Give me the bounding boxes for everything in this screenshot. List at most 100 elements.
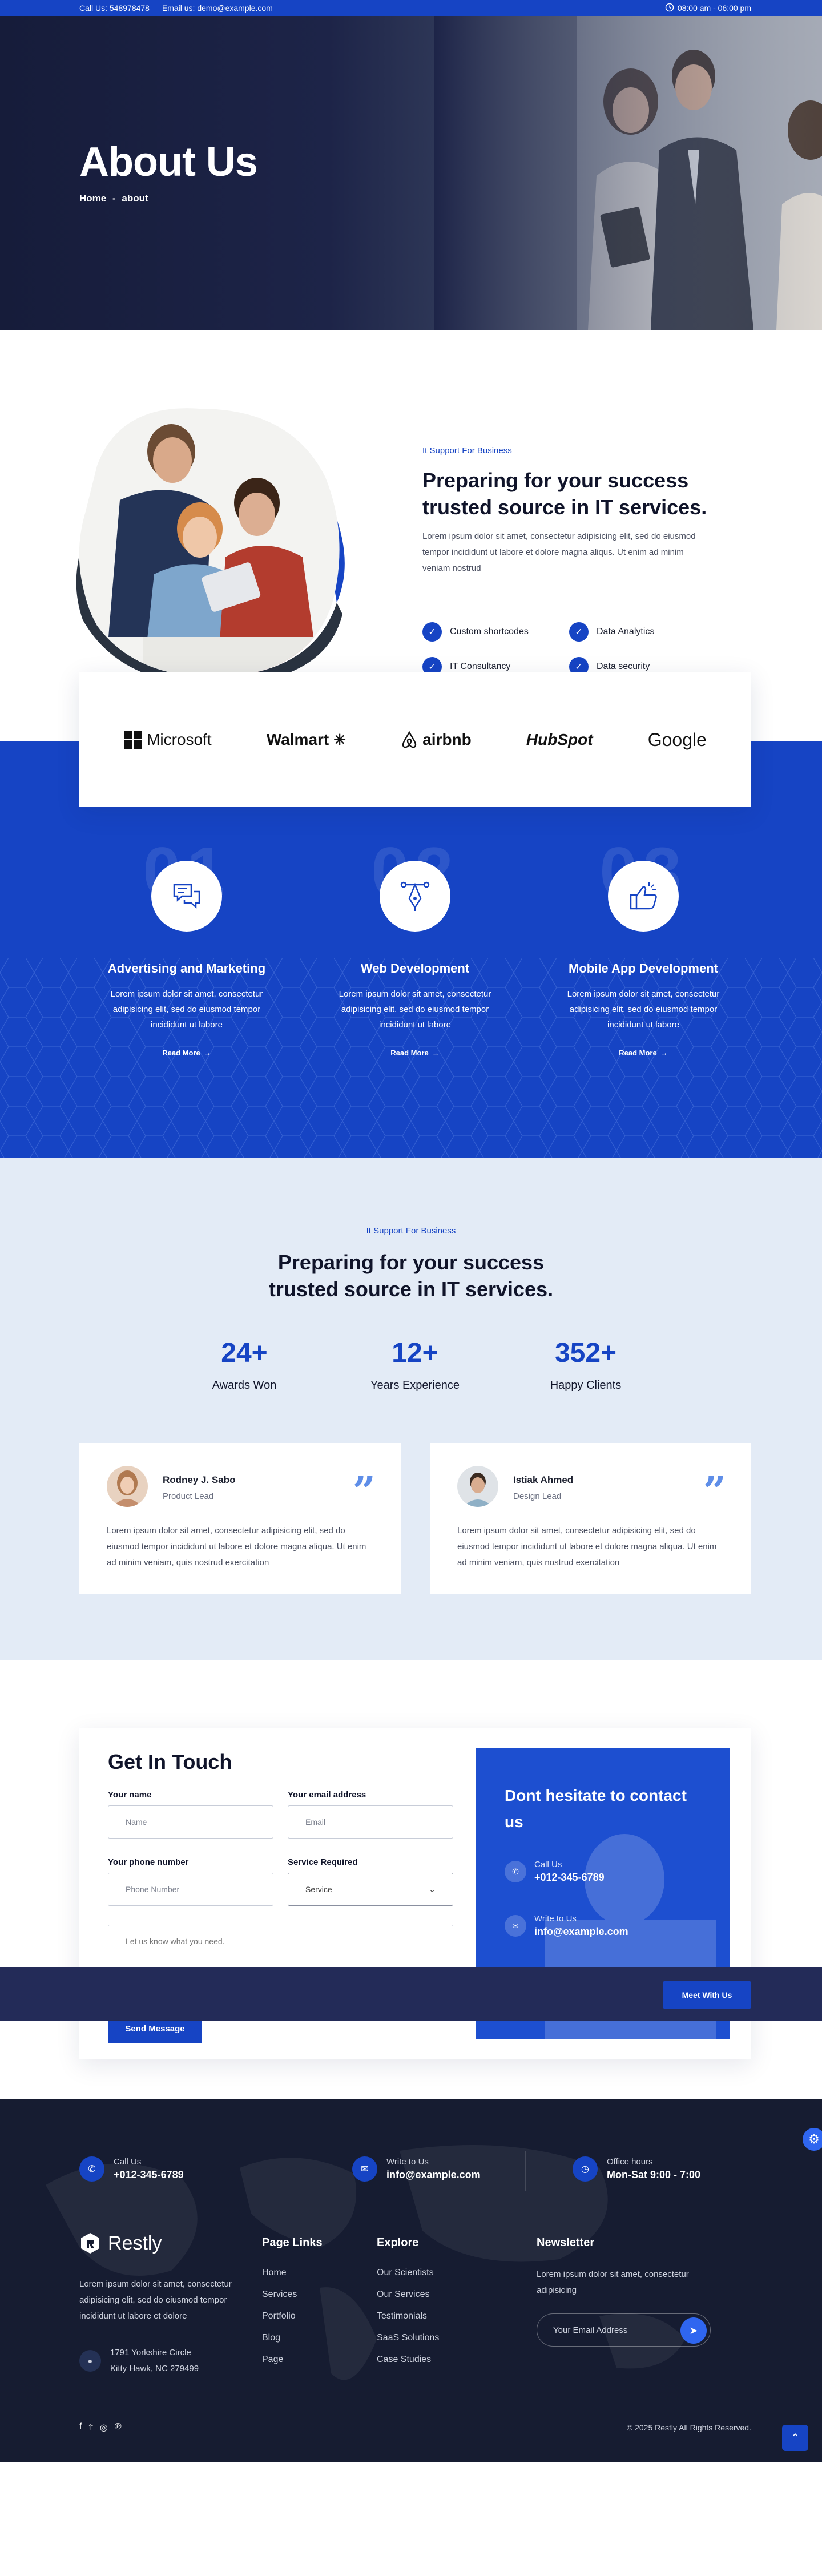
instagram-icon[interactable]: ◎	[100, 2422, 108, 2433]
footer-hours: ◷ Office hours Mon-Sat 9:00 - 7:00	[573, 2156, 700, 2182]
footer-link-services[interactable]: Services	[262, 2289, 323, 2300]
feature-item: ✓ Data Analytics	[569, 622, 654, 642]
service-text: Lorem ipsum dolor sit amet, consectetur …	[339, 989, 491, 1030]
explore-title: Explore	[377, 2236, 419, 2249]
testimonial-card: Rodney J. Sabo Product Lead ” Lorem ipsu…	[79, 1443, 401, 1594]
brand-name: Restly	[108, 2232, 162, 2254]
walmart-logo: Walmart ✳	[266, 731, 346, 748]
breadcrumb: Home - about	[79, 193, 148, 204]
footer-link-case-studies[interactable]: Case Studies	[377, 2355, 439, 2365]
testimonial-text: Lorem ipsum dolor sit amet, consectetur …	[457, 1526, 717, 1567]
airbnb-icon	[402, 731, 417, 748]
feature-label: Custom shortcodes	[450, 627, 529, 636]
service-card: 02 Web Development Lorem ipsum dolor sit…	[318, 833, 512, 1058]
service-title[interactable]: Mobile App Development	[546, 961, 740, 976]
intro-tag: It Support For Business	[422, 446, 512, 455]
feature-label: Data Analytics	[597, 627, 655, 636]
airbnb-logo: airbnb	[401, 731, 472, 749]
footer-link-home[interactable]: Home	[262, 2268, 323, 2278]
footer-link-scientists[interactable]: Our Scientists	[377, 2268, 439, 2278]
contact-section: Get In Touch Your name Your email addres…	[0, 1660, 822, 2099]
email-label: Your email address	[288, 1790, 366, 1800]
topbar-phone[interactable]: Call Us: 548978478	[79, 3, 150, 13]
spark-icon: ✳	[333, 731, 346, 748]
testimonial-name: Rodney J. Sabo	[163, 1474, 236, 1485]
hero-team-photo	[434, 16, 822, 330]
chat-bubbles-icon	[151, 861, 222, 932]
quote-icon: ”	[703, 1468, 726, 1515]
intro-text: Lorem ipsum dolor sit amet, consectetur …	[422, 531, 696, 573]
footer-link-portfolio[interactable]: Portfolio	[262, 2311, 323, 2321]
footer-call: ✆ Call Us +012-345-6789	[79, 2156, 184, 2182]
chevron-down-icon: ⌄	[429, 1884, 436, 1894]
testimonial-role: Product Lead	[163, 1491, 214, 1501]
contact-phone-value[interactable]: +012-345-6789	[534, 1872, 605, 1884]
restly-logo-icon	[81, 2233, 99, 2254]
service-title[interactable]: Web Development	[318, 961, 512, 976]
footer-email-value[interactable]: info@example.com	[386, 2169, 481, 2181]
newsletter: Newsletter Lorem ipsum dolor sit amet, c…	[537, 2236, 719, 2347]
envelope-icon: ✉	[352, 2156, 377, 2182]
clock-icon	[665, 3, 674, 14]
service-text: Lorem ipsum dolor sit amet, consectetur …	[567, 989, 720, 1030]
read-more-link[interactable]: Read More →	[619, 1049, 667, 1057]
stat-label: Years Experience	[370, 1379, 460, 1392]
topbar-email[interactable]: Email us: demo@example.com	[162, 3, 273, 13]
service-card: 01 Advertising and Marketing Lorem ipsum…	[90, 833, 284, 1058]
service-select-value: Service	[305, 1885, 332, 1894]
email-input[interactable]	[288, 1805, 453, 1839]
name-input[interactable]	[108, 1805, 273, 1839]
read-more-link[interactable]: Read More →	[390, 1049, 439, 1057]
arrow-right-icon: →	[203, 1049, 211, 1057]
scroll-to-top-button[interactable]: ⌃	[782, 2425, 808, 2451]
service-select[interactable]: Service ⌄	[288, 1873, 453, 1906]
top-bar: Call Us: 548978478 Email us: demo@exampl…	[0, 0, 822, 16]
arrow-right-icon: →	[432, 1049, 440, 1057]
feature-label: IT Consultancy	[450, 662, 511, 671]
footer-link-testimonials[interactable]: Testimonials	[377, 2311, 439, 2321]
breadcrumb-current: about	[122, 193, 148, 204]
footer-brand[interactable]: Restly	[79, 2232, 162, 2255]
copyright: © 2025 Restly All Rights Reserved.	[626, 2423, 751, 2432]
newsletter-email-input[interactable]: Your Email Address ➤	[537, 2313, 711, 2347]
footer-link-page[interactable]: Page	[262, 2355, 323, 2365]
footer-divider	[525, 2151, 526, 2191]
stats-testimonials-section: It Support For Business Preparing for yo…	[0, 1158, 822, 1660]
send-arrow-icon[interactable]: ➤	[680, 2317, 707, 2344]
contact-email-value[interactable]: info@example.com	[534, 1926, 628, 1938]
service-card: 03 Mobile App Development Lorem ipsum do…	[546, 833, 740, 1058]
contact-write: ✉ Write to Us info@example.com	[505, 1914, 628, 1938]
page-links-title: Page Links	[262, 2236, 323, 2249]
hero-banner: About Us Home - about	[0, 16, 822, 330]
twitter-icon[interactable]: 𝕥	[88, 2422, 92, 2433]
intro-title: Preparing for your success trusted sourc…	[422, 469, 707, 519]
clock-icon: ◷	[573, 2156, 598, 2182]
meet-with-us-button[interactable]: Meet With Us	[663, 1981, 751, 2009]
testimonial-role: Design Lead	[513, 1491, 562, 1501]
read-more-link[interactable]: Read More →	[162, 1049, 211, 1057]
envelope-icon: ✉	[505, 1915, 526, 1937]
breadcrumb-home[interactable]: Home	[79, 193, 106, 204]
newsletter-text: Lorem ipsum dolor sit amet, consectetur …	[537, 2269, 689, 2295]
meet-banner: Meet With Us	[0, 1967, 822, 2021]
section-tag: It Support For Business	[366, 1226, 456, 1236]
phone-input[interactable]	[108, 1873, 273, 1906]
footer-link-blog[interactable]: Blog	[262, 2333, 323, 2343]
facebook-icon[interactable]: f	[79, 2422, 82, 2433]
phone-icon: ✆	[79, 2156, 104, 2182]
feature-label: Data security	[597, 662, 650, 671]
phone-icon: ✆	[505, 1861, 526, 1882]
arrow-right-icon: →	[660, 1049, 668, 1057]
pen-tool-icon	[380, 861, 450, 932]
pinterest-icon[interactable]: ℗	[115, 2422, 122, 2433]
footer-link-saas[interactable]: SaaS Solutions	[377, 2333, 439, 2343]
microsoft-icon	[124, 731, 143, 749]
settings-gear-icon[interactable]: ⚙	[803, 2128, 822, 2151]
footer-description: Lorem ipsum dolor sit amet, consectetur …	[79, 2279, 232, 2321]
service-title[interactable]: Advertising and Marketing	[90, 961, 284, 976]
team-meeting-photo	[76, 408, 345, 683]
service-label: Service Required	[288, 1857, 358, 1867]
footer-phone-value[interactable]: +012-345-6789	[114, 2169, 184, 2181]
footer-link-our-services[interactable]: Our Services	[377, 2289, 439, 2300]
microsoft-logo: Microsoft	[124, 731, 212, 749]
